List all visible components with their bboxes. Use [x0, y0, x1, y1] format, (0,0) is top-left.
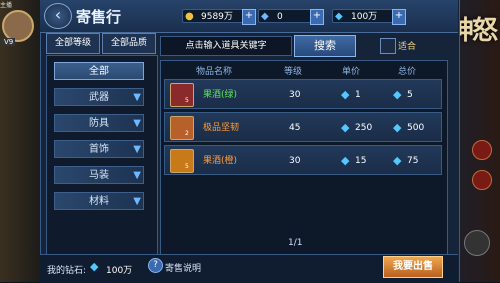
page-indicator: 1/1: [288, 238, 303, 248]
gold-coin-icon: ●: [185, 11, 194, 22]
diamond-icon: ◆: [341, 121, 350, 134]
table-row[interactable]: 5 果酒(橙) 30 ◆ 15 ◆ 75: [164, 145, 442, 175]
help-icon[interactable]: ?: [148, 258, 163, 273]
my-diamond-label: 我的钻石:: [47, 266, 87, 276]
vip-badge: V9: [2, 38, 16, 46]
item-name: 极品坚韧: [203, 123, 240, 133]
diamond-value: 100万: [351, 12, 378, 22]
diamond-icon: ◆: [335, 11, 343, 22]
item-icon: [170, 116, 194, 140]
item-count: 5: [185, 163, 189, 170]
quality-filter-button[interactable]: 全部品质: [102, 33, 156, 54]
category-jewelry[interactable]: 首饰 ▼: [54, 140, 144, 158]
diamond-icon: ◆: [341, 88, 350, 101]
category-label: 材料: [89, 196, 109, 207]
item-count: 2: [185, 130, 189, 137]
category-label: 武器: [89, 92, 109, 103]
add-gem-button[interactable]: +: [310, 9, 324, 25]
header-total-price: 总价: [398, 67, 417, 77]
item-icon: [170, 83, 194, 107]
category-label: 马装: [89, 170, 109, 181]
category-label: 全部: [89, 66, 109, 77]
skill-icon[interactable]: [472, 170, 492, 190]
category-mount-gear[interactable]: 马装 ▼: [54, 166, 144, 184]
level-filter-button[interactable]: 全部等级: [46, 33, 100, 54]
category-label: 首饰: [89, 144, 109, 155]
chat-label: 主播: [0, 2, 13, 9]
total-price: 5: [407, 90, 413, 100]
category-label: 防具: [89, 118, 109, 129]
attack-icon[interactable]: [464, 230, 490, 256]
header-name: 物品名称: [196, 67, 233, 77]
diamond-currency: ◆ 100万 +: [332, 9, 406, 25]
unit-price: 250: [355, 123, 373, 133]
suitable-label: 适合: [398, 42, 417, 52]
help-link[interactable]: 寄售说明: [165, 261, 201, 274]
item-icon: [170, 149, 194, 173]
total-price: 75: [407, 156, 419, 166]
gold-currency: ● 9589万 +: [182, 9, 256, 25]
category-weapon[interactable]: 武器 ▼: [54, 88, 144, 106]
potion-icon[interactable]: [472, 140, 492, 160]
diamond-icon: ◆: [90, 260, 99, 273]
sell-button[interactable]: 我要出售: [383, 256, 443, 278]
item-level: 30: [289, 156, 301, 166]
item-level: 45: [289, 123, 301, 133]
my-diamond-value: 100万: [106, 266, 133, 276]
back-button[interactable]: ‹: [44, 3, 72, 29]
bound-gem-value: 0: [277, 12, 283, 22]
unit-price: 1: [355, 90, 361, 100]
item-name: 果酒(橙): [203, 156, 238, 166]
chevron-down-icon: ▼: [133, 196, 141, 207]
diamond-icon: ◆: [393, 88, 402, 101]
chevron-down-icon: ▼: [133, 144, 141, 155]
header-unit-price: 单价: [342, 67, 361, 77]
item-count: 5: [185, 97, 189, 104]
chevron-down-icon: ▼: [133, 170, 141, 181]
item-name: 果酒(绿): [203, 90, 238, 100]
panel-title: 寄售行: [76, 8, 122, 26]
suitable-checkbox[interactable]: [380, 38, 396, 54]
add-diamond-button[interactable]: +: [392, 9, 406, 25]
header-level: 等级: [284, 67, 303, 77]
diamond-icon: ◆: [393, 154, 402, 167]
chevron-down-icon: ▼: [133, 92, 141, 103]
search-input[interactable]: 点击输入道具关键字: [160, 36, 292, 56]
search-button[interactable]: 搜索: [294, 35, 356, 57]
category-materials[interactable]: 材料 ▼: [54, 192, 144, 210]
diamond-icon: ◆: [341, 154, 350, 167]
category-all[interactable]: 全部: [54, 62, 144, 80]
blue-gem-icon: ◆: [261, 11, 269, 22]
item-level: 30: [289, 90, 301, 100]
add-gold-button[interactable]: +: [242, 9, 256, 25]
table-row[interactable]: 2 极品坚韧 45 ◆ 250 ◆ 500: [164, 112, 442, 142]
table-row[interactable]: 5 果酒(绿) 30 ◆ 1 ◆ 5: [164, 79, 442, 109]
category-armor[interactable]: 防具 ▼: [54, 114, 144, 132]
chevron-down-icon: ▼: [133, 118, 141, 129]
unit-price: 15: [355, 156, 367, 166]
gold-value: 9589万: [201, 12, 233, 22]
diamond-icon: ◆: [393, 121, 402, 134]
total-price: 500: [407, 123, 425, 133]
bound-gem-currency: ◆ 0 +: [258, 9, 324, 25]
